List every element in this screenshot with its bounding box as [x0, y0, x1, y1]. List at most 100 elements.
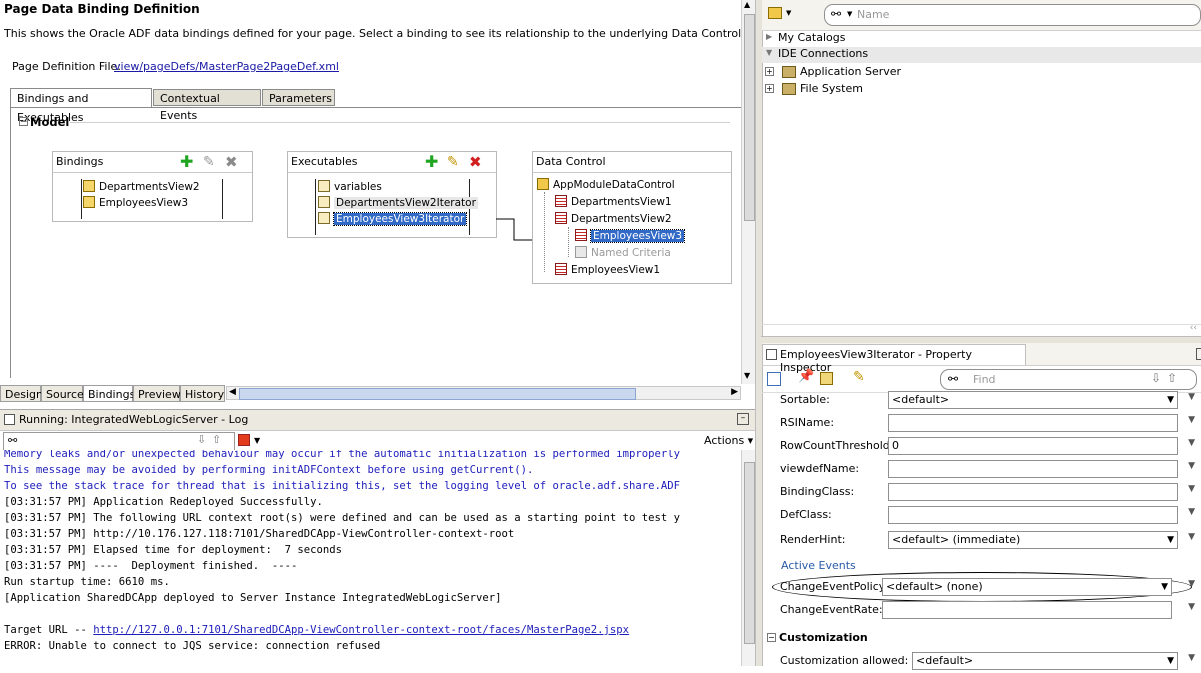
executable-item[interactable]: DepartmentsView2Iterator — [318, 196, 478, 211]
edit-binding-icon[interactable]: ✎ — [203, 154, 215, 170]
scroll-up-icon[interactable]: ▲ — [744, 0, 750, 9]
stop-icon[interactable] — [238, 434, 250, 446]
chevron-down-icon[interactable]: ▼ — [1188, 392, 1195, 402]
editor-vertical-scrollbar[interactable]: ▲ ▼ — [741, 0, 756, 384]
customization-allowed-select[interactable]: <default> — [912, 652, 1178, 670]
editor-tab-bindings[interactable]: Bindings — [83, 385, 135, 402]
editor-tab-history[interactable]: History — [180, 385, 225, 402]
my-catalogs-row[interactable]: ▶ My Catalogs — [762, 31, 1201, 47]
edit-executable-icon[interactable]: ✎ — [447, 154, 459, 170]
delete-binding-icon[interactable]: ✖ — [225, 153, 238, 171]
pencil-icon[interactable]: ✎ — [853, 369, 865, 385]
chevron-down-icon[interactable]: ▼ — [1188, 532, 1195, 542]
scroll-down-icon[interactable]: ▼ — [744, 371, 750, 380]
horizontal-splitter[interactable] — [761, 336, 1201, 343]
rowcountthreshold-field[interactable]: 0 — [888, 437, 1178, 455]
new-catalog-icon[interactable] — [768, 7, 782, 19]
chevron-down-icon[interactable]: ▼ — [1188, 507, 1195, 517]
edit-properties-icon[interactable] — [820, 372, 833, 385]
viewdefname-field[interactable] — [888, 460, 1178, 478]
target-url-link[interactable]: http://127.0.0.1:7101/SharedDCApp-ViewCo… — [93, 624, 629, 636]
property-label: RowCountThreshold: — [780, 439, 894, 452]
chevron-down-icon[interactable]: ▼ — [1188, 415, 1195, 425]
chevron-down-icon[interactable]: ▼ — [1188, 484, 1195, 494]
binding-label: DepartmentsView2 — [99, 181, 200, 193]
property-row-changeeventpolicy: ChangeEventPolicy: <default> (none) ▼ — [762, 572, 1201, 602]
sortable-select[interactable]: <default> — [888, 391, 1178, 409]
pin-icon[interactable]: 📌 — [798, 369, 814, 384]
log-search-box[interactable]: ⚯ ⇩ ⇧ — [3, 432, 235, 451]
expand-plus-icon[interactable]: + — [765, 84, 774, 93]
search-next-icon[interactable]: ⇩ — [197, 433, 206, 446]
log-vertical-scrollbar[interactable] — [741, 450, 756, 666]
editor-tab-preview[interactable]: Preview — [133, 385, 181, 402]
actions-menu[interactable]: Actions ▾ — [704, 434, 753, 447]
chevron-down-icon[interactable]: ▼ — [1188, 602, 1195, 612]
tab-bindings-executables[interactable]: Bindings and Executables — [10, 88, 152, 124]
search-dropdown-icon[interactable]: ▼ — [847, 10, 852, 18]
active-events-heading: Active Events — [781, 559, 856, 572]
view-object-icon — [555, 263, 567, 275]
page-description: This shows the Oracle ADF data bindings … — [4, 27, 745, 40]
select-icon[interactable] — [767, 372, 781, 386]
add-executable-icon[interactable]: ✚ — [425, 154, 438, 170]
binoculars-icon: ⚯ — [831, 7, 842, 21]
ide-connections-row[interactable]: ▼ IDE Connections — [762, 47, 1201, 63]
defclass-field[interactable] — [888, 506, 1178, 524]
scroll-left-icon[interactable]: ◀ — [229, 387, 236, 397]
new-catalog-dropdown-icon[interactable]: ▼ — [786, 9, 791, 17]
chevron-down-icon[interactable]: ▼ — [1188, 653, 1195, 663]
delete-executable-icon[interactable]: ✖ — [469, 153, 482, 171]
expand-plus-icon[interactable]: + — [765, 67, 774, 76]
data-control-item[interactable]: DepartmentsView1 — [555, 195, 672, 210]
tab-parameters[interactable]: Parameters — [262, 89, 335, 106]
editor-tab-source[interactable]: Source — [41, 385, 84, 402]
collapse-minus-icon[interactable]: − — [767, 633, 776, 642]
resource-h-scroll[interactable]: ‹‹ — [762, 323, 1201, 335]
inspector-restore-icon[interactable] — [1196, 348, 1201, 360]
find-prev-icon[interactable]: ⇧ — [1167, 371, 1177, 385]
chevron-down-icon[interactable]: ▼ — [1188, 461, 1195, 471]
data-control-item[interactable]: EmployeesView1 — [555, 263, 660, 278]
minimize-log-icon[interactable]: – — [737, 413, 749, 425]
inspector-find-input[interactable]: ⚯ Find ⇩ ⇧ — [940, 369, 1197, 390]
binding-item[interactable]: EmployeesView3 — [83, 196, 188, 211]
collapse-arrow-icon[interactable]: ▼ — [766, 48, 772, 57]
data-control-item[interactable]: DepartmentsView2 — [555, 212, 672, 227]
def-file-link[interactable]: view/pageDefs/MasterPage2PageDef.xml — [114, 60, 339, 73]
search-prev-icon[interactable]: ⇧ — [212, 433, 221, 446]
inspector-tab[interactable]: EmployeesView3Iterator - Property Inspec… — [762, 344, 1026, 374]
tab-contextual-events[interactable]: Contextual Events — [153, 89, 261, 122]
rsiname-field[interactable] — [888, 414, 1178, 432]
changeeventpolicy-select[interactable]: <default> (none) — [882, 578, 1172, 596]
bindingclass-field[interactable] — [888, 483, 1178, 501]
scroll-right-icon[interactable]: ▶ — [731, 387, 738, 397]
executable-item[interactable]: variables — [318, 180, 382, 195]
stop-dropdown-icon[interactable]: ▼ — [254, 436, 260, 445]
h-scroll-thumb[interactable] — [239, 388, 636, 400]
scroll-thumb[interactable] — [744, 14, 755, 221]
executable-item-selected[interactable]: EmployeesView3Iterator — [318, 212, 468, 227]
file-system-row[interactable]: + File System — [762, 81, 1201, 98]
find-next-icon[interactable]: ⇩ — [1151, 371, 1161, 385]
expand-arrow-icon[interactable]: ▶ — [766, 32, 772, 41]
renderhint-select[interactable]: <default> (immediate) — [888, 531, 1178, 549]
log-title: Running: IntegratedWebLogicServer - Log — [19, 413, 249, 426]
editor-tab-design[interactable]: Design — [0, 385, 43, 402]
changeeventrate-field[interactable] — [882, 601, 1172, 619]
data-control-item[interactable]: Named Criteria — [575, 246, 671, 261]
chevron-down-icon[interactable]: ▼ — [1188, 579, 1195, 589]
data-control-item-selected[interactable]: EmployeesView3 — [575, 229, 686, 244]
model-collapse-toggle[interactable]: − — [19, 117, 28, 127]
app-server-row[interactable]: + Application Server — [762, 64, 1201, 81]
resource-search-input[interactable]: ⚯ ▼ Name — [824, 4, 1201, 26]
data-control-item[interactable]: AppModuleDataControl — [537, 178, 675, 193]
property-row-changeeventrate: ChangeEventRate: ▼ — [762, 599, 1201, 622]
chevron-down-icon[interactable]: ▼ — [1188, 438, 1195, 448]
editor-horizontal-scrollbar[interactable]: ◀ ▶ — [226, 386, 741, 400]
add-binding-icon[interactable]: ✚ — [180, 154, 193, 170]
customization-section[interactable]: − Customization — [762, 630, 1201, 646]
binding-item[interactable]: DepartmentsView2 — [83, 180, 200, 195]
scroll-thumb[interactable] — [744, 462, 755, 644]
scroll-left-double-icon[interactable]: ‹‹ — [1190, 323, 1197, 333]
